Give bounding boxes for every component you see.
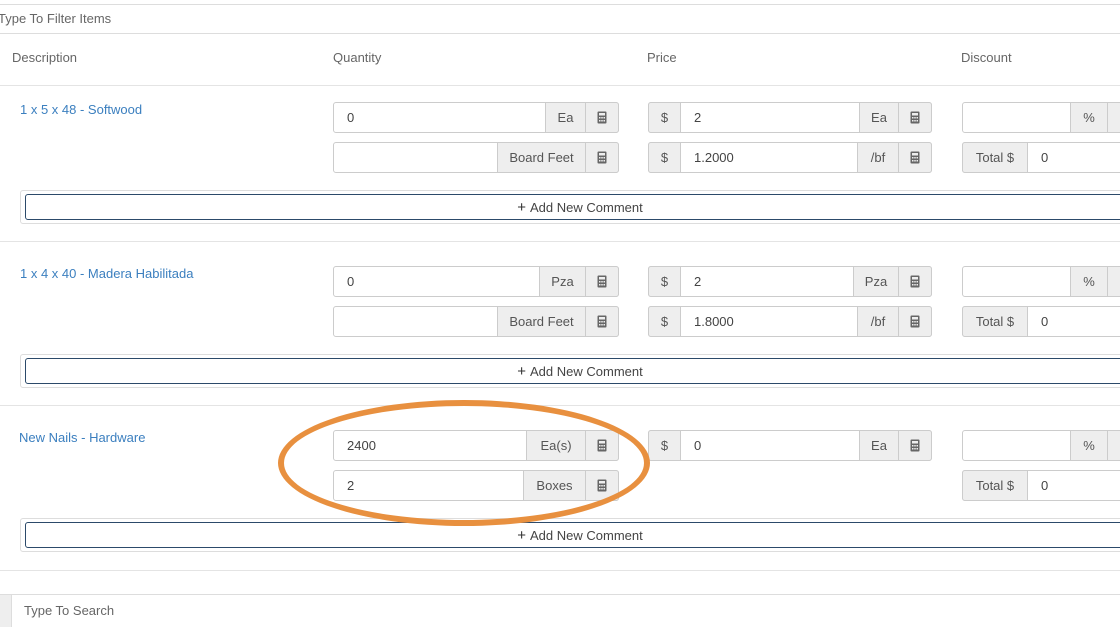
total-value: 0 xyxy=(1041,478,1049,493)
quantity-value: 0 xyxy=(347,110,355,125)
search-placeholder: Type To Search xyxy=(24,603,115,618)
total-addon: Total $ xyxy=(962,470,1028,501)
calculator-icon[interactable] xyxy=(585,102,619,133)
calculator-icon[interactable] xyxy=(1107,430,1120,461)
calculator-icon[interactable] xyxy=(898,306,932,337)
search-addon xyxy=(0,595,12,627)
header-quantity: Quantity xyxy=(333,50,382,65)
header-description: Description xyxy=(12,50,78,65)
price-per-bf-value: 1.2000 xyxy=(694,150,734,165)
dollar-addon: $ xyxy=(648,306,681,337)
unit-addon: /bf xyxy=(857,306,899,337)
plus-icon: + xyxy=(517,362,527,380)
header-discount: Discount xyxy=(961,50,1012,65)
comment-panel: + Add New Comment xyxy=(20,190,1120,224)
total-addon: Total $ xyxy=(962,306,1028,337)
percent-addon: % xyxy=(1070,102,1108,133)
calculator-icon[interactable] xyxy=(898,102,932,133)
calculator-icon[interactable] xyxy=(1107,266,1120,297)
comment-panel: + Add New Comment xyxy=(20,354,1120,388)
total-value: 0 xyxy=(1041,150,1049,165)
discount-input[interactable]: % xyxy=(962,266,1120,297)
item-link[interactable]: New Nails - Hardware xyxy=(19,430,145,445)
dollar-addon: $ xyxy=(648,142,681,173)
unit-addon: Ea xyxy=(545,102,586,133)
highlight-annotation xyxy=(278,400,650,526)
unit-addon: Board Feet xyxy=(497,142,586,173)
unit-addon: Ea xyxy=(859,430,899,461)
price-per-bf-value: 1.8000 xyxy=(694,314,734,329)
divider xyxy=(0,241,1120,242)
calculator-icon[interactable] xyxy=(585,306,619,337)
item-link[interactable]: 1 x 4 x 40 - Madera Habilitada xyxy=(20,266,193,281)
add-comment-button[interactable]: + Add New Comment xyxy=(25,522,1120,548)
add-comment-label: Add New Comment xyxy=(530,363,643,379)
divider xyxy=(0,570,1120,571)
unit-addon: Pza xyxy=(853,266,899,297)
add-comment-label: Add New Comment xyxy=(530,199,643,215)
plus-icon: + xyxy=(517,198,527,216)
price-input[interactable]: $ 2 Pza xyxy=(648,266,932,297)
calculator-icon[interactable] xyxy=(1107,102,1120,133)
total-input[interactable]: Total $ 0 xyxy=(962,306,1120,337)
add-comment-button[interactable]: + Add New Comment xyxy=(25,194,1120,220)
discount-input[interactable]: % xyxy=(962,102,1120,133)
calculator-icon[interactable] xyxy=(585,142,619,173)
price-input[interactable]: $ 2 Ea xyxy=(648,102,932,133)
discount-input[interactable]: % xyxy=(962,430,1120,461)
total-input[interactable]: Total $ 0 xyxy=(962,470,1120,501)
dollar-addon: $ xyxy=(648,266,681,297)
price-value: 0 xyxy=(694,438,702,453)
total-value: 0 xyxy=(1041,314,1049,329)
quantity-input[interactable]: 0 Pza xyxy=(333,266,619,297)
board-feet-input[interactable]: Board Feet xyxy=(333,306,619,337)
plus-icon: + xyxy=(517,526,527,544)
divider xyxy=(0,85,1120,86)
search-input[interactable]: Type To Search xyxy=(0,594,1120,627)
price-input[interactable]: $ 0 Ea xyxy=(648,430,932,461)
calculator-icon[interactable] xyxy=(898,142,932,173)
column-headers: Description Quantity Price Discount xyxy=(0,50,1120,70)
divider xyxy=(0,405,1120,406)
calculator-icon[interactable] xyxy=(898,266,932,297)
unit-addon: Ea xyxy=(859,102,899,133)
percent-addon: % xyxy=(1070,266,1108,297)
price-per-bf-input[interactable]: $ 1.8000 /bf xyxy=(648,306,932,337)
filter-placeholder: Type To Filter Items xyxy=(0,11,112,26)
item-link[interactable]: 1 x 5 x 48 - Softwood xyxy=(20,102,142,117)
board-feet-input[interactable]: Board Feet xyxy=(333,142,619,173)
comment-panel: + Add New Comment xyxy=(20,518,1120,552)
calculator-icon[interactable] xyxy=(585,266,619,297)
calculator-icon[interactable] xyxy=(898,430,932,461)
dollar-addon: $ xyxy=(648,102,681,133)
quantity-input[interactable]: 0 Ea xyxy=(333,102,619,133)
dollar-addon: $ xyxy=(648,430,681,461)
quantity-value: 0 xyxy=(347,274,355,289)
add-comment-label: Add New Comment xyxy=(530,527,643,543)
percent-addon: % xyxy=(1070,430,1108,461)
price-per-bf-input[interactable]: $ 1.2000 /bf xyxy=(648,142,932,173)
add-comment-button[interactable]: + Add New Comment xyxy=(25,358,1120,384)
total-addon: Total $ xyxy=(962,142,1028,173)
filter-input[interactable]: Type To Filter Items xyxy=(0,4,1120,34)
price-value: 2 xyxy=(694,274,702,289)
price-value: 2 xyxy=(694,110,702,125)
total-input[interactable]: Total $ 0 xyxy=(962,142,1120,173)
unit-addon: Pza xyxy=(539,266,586,297)
unit-addon: Board Feet xyxy=(497,306,586,337)
unit-addon: /bf xyxy=(857,142,899,173)
header-price: Price xyxy=(647,50,677,65)
